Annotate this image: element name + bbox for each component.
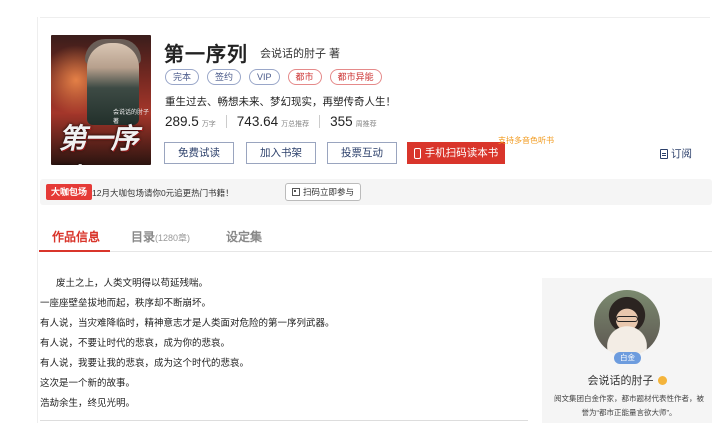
vote-button[interactable]: 投票互动 [327, 142, 397, 164]
tab-catalog-label: 目录 [131, 230, 156, 244]
tag-urban[interactable]: 都市 [287, 69, 322, 85]
tag-complete[interactable]: 完本 [165, 69, 200, 85]
total-recommend-unit: 万总推荐 [281, 121, 310, 128]
tag-vip[interactable]: VIP [249, 69, 280, 85]
tag-urban-ability[interactable]: 都市异能 [329, 69, 382, 85]
tag-signed[interactable]: 签约 [207, 69, 242, 85]
author-rank-icon [657, 376, 667, 385]
author-card: 白金 会说话的肘子 阅文集团白金作家，都市题材代表性作者，被誉为“都市正能量言欲… [542, 278, 712, 423]
author-avatar[interactable] [594, 290, 660, 356]
promo-text: 12月大咖包场请你0元追更热门书籍！ [92, 188, 234, 198]
book-cover[interactable]: 会说话的肘子 著 第一序列 [51, 35, 151, 165]
book-author[interactable]: 会说话的肘子 著 [260, 45, 340, 61]
word-count: 289.5 [165, 114, 199, 129]
subscribe-link[interactable]: 订阅 [660, 146, 692, 161]
description-line: 有人说，不要让时代的悲哀，成为你的悲哀。 [40, 338, 231, 349]
book-intro: 重生过去、畅想未来、梦幻现实，再塑传奇人生！ [165, 96, 396, 108]
description-line: 有人说，当灾难降临时，精神意志才是人类面对危险的第一序列武器。 [40, 318, 335, 329]
tab-book-info[interactable]: 作品信息 [52, 228, 100, 245]
book-title: 第一序列 [164, 44, 248, 66]
active-tab-indicator [39, 250, 110, 252]
author-name[interactable]: 会说话的肘子 [542, 372, 712, 388]
tab-settings-collection[interactable]: 设定集 [226, 228, 262, 245]
document-icon [660, 148, 668, 159]
word-count-unit: 万字 [201, 121, 216, 128]
tab-catalog-count: (1280章) [155, 233, 191, 243]
header-divider [40, 17, 710, 18]
tab-catalog[interactable]: 目录(1280章) [131, 228, 190, 245]
subscribe-label: 订阅 [671, 148, 692, 160]
add-to-shelf-button[interactable]: 加入书架 [246, 142, 316, 164]
description-line: 废土之上，人类文明得以苟延残喘。 [56, 278, 209, 289]
stat-divider [225, 115, 227, 128]
promo-bar: 大咖包场 12月大咖包场请你0元追更热门书籍！ 扫码立即参与 [40, 179, 712, 205]
author-bio: 阅文集团白金作家，都市题材代表性作者，被誉为“都市正能量言欲大师”。 [554, 394, 704, 417]
left-divider [37, 17, 38, 423]
description-line: 有人说，我要让我的悲哀，成为这个时代的悲哀。 [40, 358, 250, 369]
promo-badge: 大咖包场 [46, 184, 93, 200]
qr-code-icon [292, 188, 300, 196]
cover-title: 第一序列 [51, 122, 143, 165]
author-level-badge: 白金 [614, 352, 641, 364]
scan-to-read-button[interactable]: 手机扫码读本书 [407, 142, 505, 164]
stat-divider [319, 115, 321, 128]
phone-icon [413, 147, 421, 159]
voice-reading-hint: 支持多音色听书 [498, 136, 554, 145]
author-name-label: 会说话的肘子 [587, 375, 654, 387]
total-recommend: 743.64 [236, 114, 279, 129]
description-line: 一座座壁垒拔地而起，秩序却不断崩坏。 [40, 298, 212, 309]
content-divider [40, 420, 528, 421]
promo-join-label: 扫码立即参与 [303, 187, 355, 197]
book-stats: 289.5 万字 743.64 万总推荐 355 周推荐 [165, 114, 377, 129]
weekly-recommend-unit: 周推荐 [355, 121, 377, 128]
book-description: 废土之上，人类文明得以苟延残喘。 一座座壁垒拔地而起，秩序却不断崩坏。 有人说，… [40, 276, 335, 416]
scan-to-read-label: 手机扫码读本书 [424, 147, 499, 159]
weekly-recommend: 355 [330, 114, 353, 129]
book-tabs: 作品信息 目录(1280章) 设定集 [40, 224, 712, 252]
avatar-glasses [616, 316, 638, 322]
tab-settings-collection-label: 设定集 [226, 230, 263, 244]
description-line: 浩劫余生，终见光明。 [40, 398, 136, 409]
free-trial-button[interactable]: 免费试读 [164, 142, 234, 164]
promo-join-button[interactable]: 扫码立即参与 [285, 183, 362, 201]
description-line: 这次是一个新的故事。 [40, 378, 136, 389]
tab-book-info-label: 作品信息 [52, 230, 101, 244]
tag-list: 完本 签约 VIP 都市 都市异能 [165, 69, 382, 85]
